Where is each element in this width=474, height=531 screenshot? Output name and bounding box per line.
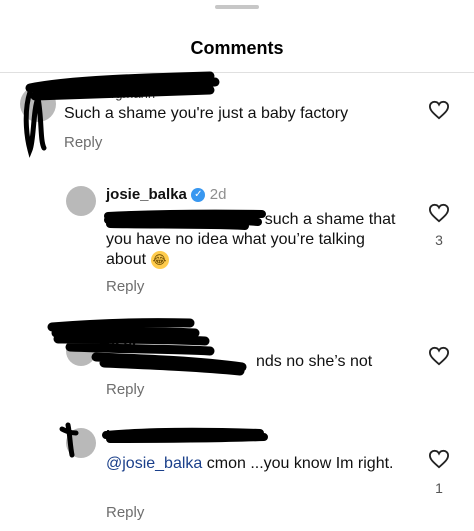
comment-username[interactable]: josie_balka bbox=[106, 186, 187, 203]
comment-text-body: such a shame that you have no idea what … bbox=[106, 211, 396, 268]
comment-timestamp: 2d bbox=[209, 186, 227, 203]
like-count: 3 bbox=[435, 232, 443, 248]
avatar[interactable] bbox=[66, 186, 96, 216]
like-count: 1 bbox=[435, 480, 443, 496]
comment-username[interactable]: user bbox=[106, 336, 138, 353]
comment-username[interactable]: k bbox=[106, 428, 114, 445]
comment-text-body: nds no she’s not bbox=[256, 353, 373, 370]
drag-handle[interactable] bbox=[215, 5, 259, 9]
heart-outline-icon[interactable] bbox=[428, 203, 450, 223]
comment-meta: k 1d bbox=[106, 428, 245, 446]
comment-username[interactable]: karenbergmann bbox=[64, 86, 155, 101]
heart-outline-icon[interactable] bbox=[428, 346, 450, 366]
comment-timestamp: 1d bbox=[228, 428, 246, 445]
reply-button[interactable]: Reply bbox=[106, 504, 144, 521]
mention-link[interactable]: @k bbox=[106, 211, 130, 228]
reply-button[interactable]: Reply bbox=[106, 278, 144, 295]
laughing-crying-emoji-icon: 😂 bbox=[150, 250, 169, 269]
comment-text: Such a shame you're just a baby factory bbox=[64, 105, 349, 122]
comment-meta: josie_balka ✓ 2d bbox=[106, 186, 226, 204]
comment-text: @josie_balka cmon ...you know Im right. bbox=[106, 454, 406, 474]
comment-text: @k such a shame that you have no idea wh… bbox=[106, 210, 406, 270]
reply-button[interactable]: Reply bbox=[106, 381, 144, 398]
heart-outline-icon[interactable] bbox=[428, 100, 450, 120]
comment-text-body: cmon ...you know Im right. bbox=[206, 455, 394, 472]
mention-link[interactable]: @josie_balka bbox=[106, 455, 202, 472]
comment-text: nds no she’s not bbox=[106, 352, 406, 372]
reply-button[interactable]: Reply bbox=[64, 134, 102, 151]
verified-badge-icon: ✓ bbox=[191, 187, 206, 202]
page-title: Comments bbox=[190, 38, 284, 58]
avatar[interactable] bbox=[66, 428, 96, 458]
divider bbox=[0, 72, 474, 73]
avatar[interactable] bbox=[66, 336, 96, 366]
avatar[interactable] bbox=[20, 86, 56, 122]
heart-outline-icon[interactable] bbox=[428, 449, 450, 469]
